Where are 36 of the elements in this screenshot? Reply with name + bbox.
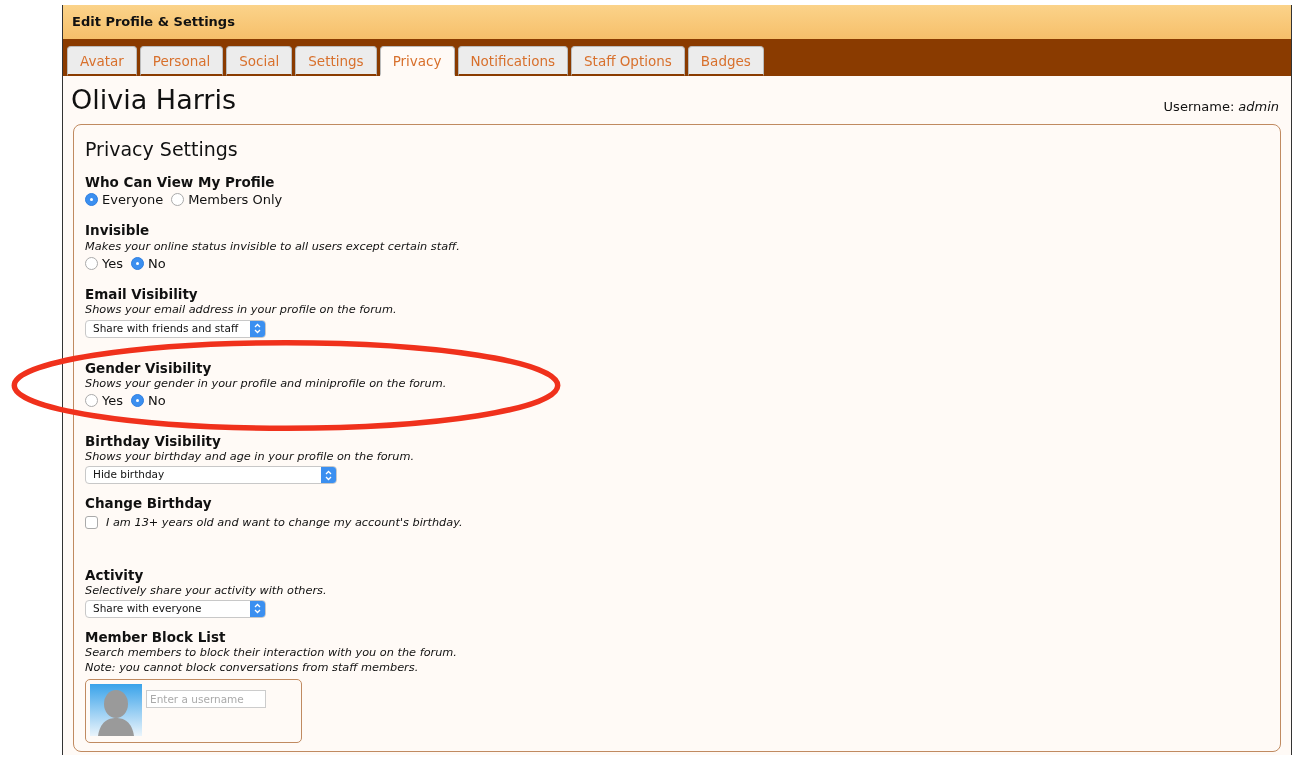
dropdown[interactable]: Share with everyone (85, 599, 266, 618)
section-description: Shows your gender in your profile and miniprofile on the forum. (85, 376, 448, 392)
chevron-icon (254, 323, 261, 335)
chevron-icon (254, 603, 261, 615)
section-title: Email Visibility (85, 286, 199, 303)
section-description: Shows your email address in your profile on the forum. (85, 302, 398, 318)
username-label: Username: (1163, 97, 1235, 116)
section-title: Change Birthday (85, 495, 213, 512)
radio-option[interactable]: No (131, 253, 166, 274)
checkbox[interactable] (85, 516, 98, 530)
section-title: Member Block List (85, 628, 227, 646)
section-description: Selectively share your activity with others. (85, 583, 328, 598)
window-title: Edit Profile & Settings (63, 5, 1291, 39)
checkbox-label: I am 13+ years old and want to change my account's birthday. (106, 515, 463, 531)
radio-option[interactable]: Yes (85, 391, 123, 411)
radio-option[interactable]: Everyone (85, 189, 164, 210)
section-title: Birthday Visibility (85, 432, 222, 449)
section-note: Note: you cannot block conversations from staff members. (85, 660, 420, 676)
dropdown[interactable]: Share with friends and staff (85, 319, 266, 338)
section-description: Shows your birthday and age in your profile on the forum. (85, 449, 415, 465)
radio-option[interactable]: No (131, 391, 166, 411)
section-description: Makes your online status invisible to all users except certain staff. (85, 238, 461, 254)
radio-option[interactable]: Members Only (171, 189, 283, 210)
radio-option[interactable]: Yes (85, 253, 123, 274)
section-title: Activity (85, 566, 145, 583)
panel-title: Privacy Settings (85, 137, 239, 163)
section-title: Invisible (85, 222, 151, 239)
dropdown[interactable]: Hide birthday (85, 466, 337, 485)
chevron-icon (325, 469, 332, 481)
section-title: Who Can View My Profile (85, 173, 276, 190)
section-description: Search members to block their interaction with you on the forum. (85, 645, 458, 661)
username-value: admin (1238, 97, 1279, 116)
section-title: Gender Visibility (85, 359, 213, 376)
profile-name: Olivia Harris (71, 83, 236, 117)
avatar-icon (90, 683, 142, 736)
username-field[interactable]: Enter a username (146, 689, 266, 708)
